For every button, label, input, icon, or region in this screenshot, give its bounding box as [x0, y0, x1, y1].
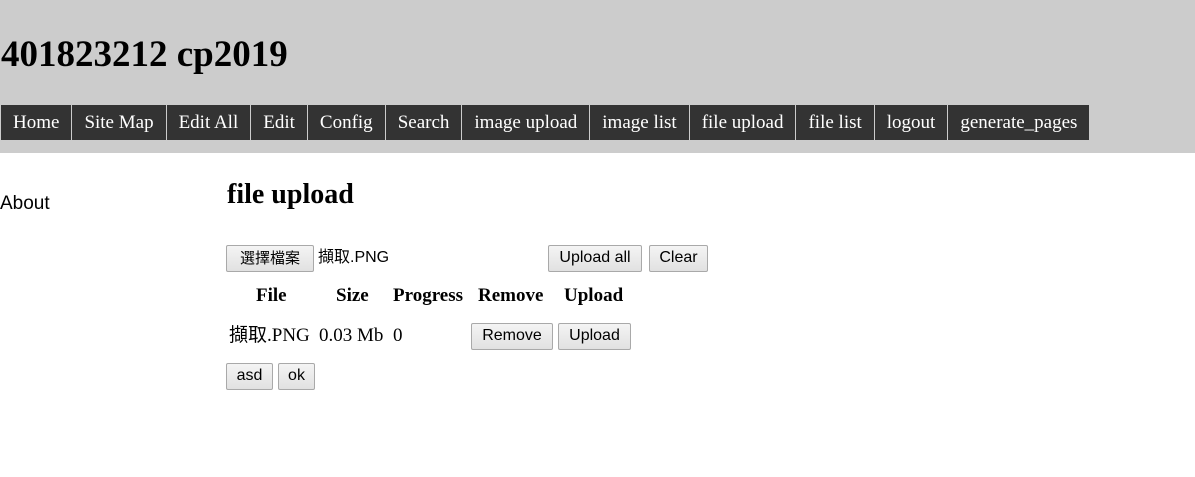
ok-button[interactable]: ok — [278, 363, 315, 390]
nav-item-edit[interactable]: Edit — [251, 105, 308, 140]
site-header: 401823212 cp2019 Home Site Map Edit All … — [0, 0, 1195, 153]
sidebar-link-about[interactable]: About — [0, 193, 50, 215]
column-header-file: File — [256, 285, 287, 306]
column-header-progress: Progress — [393, 285, 464, 306]
nav-item-image-list[interactable]: image list — [590, 105, 690, 140]
chosen-file-name: 擷取.PNG — [318, 249, 390, 266]
nav-item-config[interactable]: Config — [307, 105, 386, 140]
nav-item-edit-all[interactable]: Edit All — [166, 105, 252, 140]
row-file-size: 0.03 Mb — [319, 325, 384, 346]
page-title: file upload — [227, 179, 354, 210]
nav-item-site-map[interactable]: Site Map — [72, 105, 167, 140]
asd-button[interactable]: asd — [226, 363, 273, 390]
remove-button[interactable]: Remove — [471, 323, 553, 350]
column-header-upload: Upload — [564, 285, 624, 306]
row-progress: 0 — [393, 325, 403, 346]
nav-item-image-upload[interactable]: image upload — [462, 105, 591, 140]
main-nav: Home Site Map Edit All Edit Config Searc… — [1, 105, 1091, 140]
nav-item-generate-pages[interactable]: generate_pages — [948, 105, 1091, 140]
upload-all-button[interactable]: Upload all — [548, 245, 642, 272]
row-file-name: 擷取.PNG — [229, 325, 310, 346]
site-title: 401823212 cp2019 — [1, 34, 288, 75]
upload-button[interactable]: Upload — [558, 323, 631, 350]
nav-item-home[interactable]: Home — [1, 105, 73, 140]
choose-file-button[interactable]: 選擇檔案 — [226, 245, 314, 272]
nav-item-file-upload[interactable]: file upload — [689, 105, 797, 140]
column-header-size: Size — [336, 285, 369, 306]
nav-item-search[interactable]: Search — [385, 105, 463, 140]
nav-item-logout[interactable]: logout — [874, 105, 949, 140]
column-header-remove: Remove — [478, 285, 544, 306]
nav-item-file-list[interactable]: file list — [796, 105, 875, 140]
clear-button[interactable]: Clear — [649, 245, 708, 272]
